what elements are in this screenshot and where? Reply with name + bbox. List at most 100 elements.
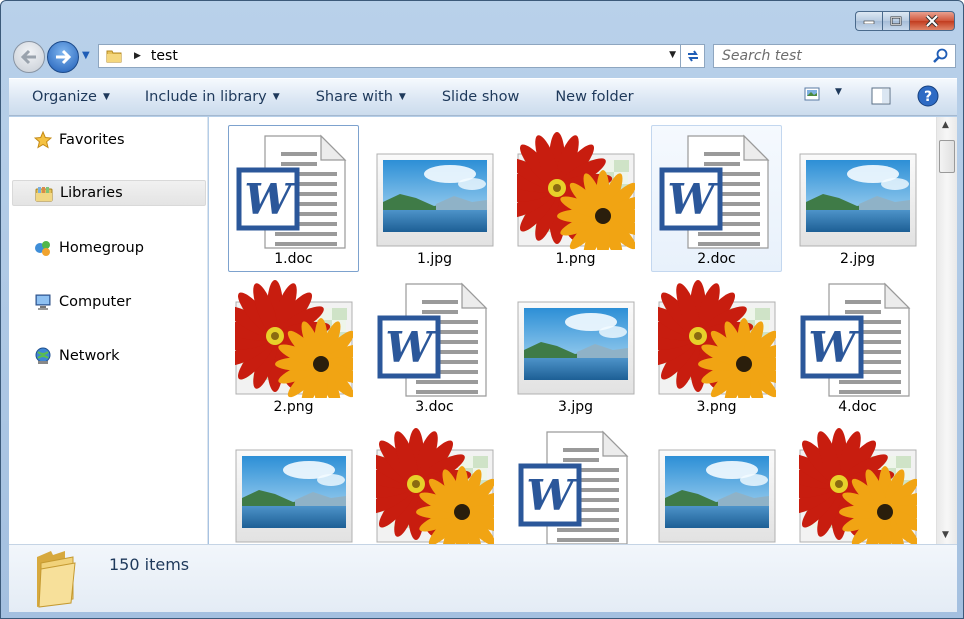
file-item[interactable]: 1.jpg: [369, 125, 500, 272]
svg-text:W: W: [808, 323, 859, 372]
vertical-scrollbar[interactable]: ▲ ▼: [936, 117, 957, 544]
nav-item-network[interactable]: Network: [12, 343, 206, 369]
file-thumbnail: W: [517, 428, 635, 544]
scrollbar-thumb[interactable]: [939, 140, 955, 173]
breadcrumb-test[interactable]: test: [151, 48, 178, 64]
file-name: 3.doc: [415, 399, 454, 415]
search-input[interactable]: [722, 48, 922, 64]
command-bar: Organize ▼ Include in library ▼ Share with…: [9, 78, 957, 116]
flower-image-icon: [642, 280, 790, 410]
help-button[interactable]: ?: [917, 85, 939, 107]
svg-text:W: W: [667, 175, 718, 224]
file-item[interactable]: [651, 421, 782, 544]
file-item[interactable]: W: [510, 421, 641, 544]
preview-pane-icon: [871, 87, 891, 105]
view-options-dropdown[interactable]: ▼: [835, 87, 842, 97]
include-in-library-label: Include in library: [144, 89, 267, 105]
svg-text:W: W: [244, 175, 295, 224]
file-thumbnail: [360, 428, 508, 544]
explorer-window: ▼ ▶ test ▼ Organize ▼ Include in library ▼…: [0, 0, 964, 619]
organize-label: Organize: [32, 89, 97, 105]
caption-buttons: [855, 11, 955, 31]
close-button[interactable]: [909, 11, 955, 31]
address-bar[interactable]: ▶ test ▼: [98, 44, 705, 68]
maximize-button[interactable]: [882, 11, 909, 31]
file-item[interactable]: W 1.doc: [228, 125, 359, 272]
search-icon[interactable]: [933, 48, 949, 64]
file-thumbnail: W: [658, 132, 776, 250]
recent-pages-dropdown[interactable]: ▼: [82, 50, 94, 62]
nav-label: Favorites: [59, 132, 125, 148]
refresh-icon: [687, 50, 698, 62]
back-button[interactable]: [13, 41, 45, 73]
organize-menu[interactable]: Organize ▼: [32, 89, 110, 105]
file-thumbnail: W: [799, 280, 917, 398]
file-thumbnail: W: [235, 132, 353, 250]
forward-button[interactable]: [47, 41, 79, 73]
preview-pane-button[interactable]: [871, 87, 891, 105]
svg-text:?: ?: [924, 89, 932, 105]
scroll-down-arrow-icon[interactable]: ▼: [942, 530, 949, 540]
file-list[interactable]: W 1.doc 1.jpg 1.png W 2.doc 2.jpg 2.png W 3.doc 3.…: [209, 117, 936, 544]
file-item[interactable]: [228, 421, 359, 544]
maximize-icon: [890, 16, 902, 26]
change-view-button[interactable]: [804, 87, 820, 101]
share-with-menu[interactable]: Share with ▼: [316, 89, 406, 105]
refresh-button[interactable]: [680, 44, 704, 68]
file-name: 3.png: [696, 399, 737, 415]
file-name: 1.doc: [274, 251, 313, 267]
search-box[interactable]: [713, 44, 956, 68]
file-thumbnail: [376, 132, 494, 250]
chevron-down-icon: ▼: [102, 92, 110, 102]
file-item[interactable]: 3.png: [642, 273, 790, 420]
file-item[interactable]: 3.jpg: [510, 273, 641, 420]
file-name: 1.jpg: [416, 251, 453, 267]
minimize-button[interactable]: [855, 11, 882, 31]
svg-text:W: W: [385, 323, 436, 372]
network-icon: [35, 347, 51, 364]
file-item[interactable]: W 4.doc: [792, 273, 923, 420]
landscape-image-icon: [517, 301, 635, 395]
minimize-icon: [863, 20, 875, 24]
file-item[interactable]: 2.jpg: [792, 125, 923, 272]
item-count: 150 items: [109, 555, 190, 574]
landscape-image-icon: [235, 449, 353, 543]
word-document-icon: W: [518, 430, 629, 544]
file-name: 1.png: [555, 251, 596, 267]
flower-image-icon: [219, 280, 367, 410]
file-thumbnail: [235, 428, 353, 544]
landscape-image-icon: [658, 449, 776, 543]
slide-show-button[interactable]: Slide show: [442, 89, 519, 105]
file-item[interactable]: W 2.doc: [651, 125, 782, 272]
file-item[interactable]: 1.png: [501, 125, 649, 272]
file-item[interactable]: [783, 421, 931, 544]
nav-item-libraries[interactable]: Libraries: [12, 180, 206, 206]
file-name: 3.jpg: [557, 399, 594, 415]
breadcrumb-arrow-icon[interactable]: ▶: [134, 51, 141, 61]
nav-item-favorites[interactable]: Favorites: [12, 127, 206, 153]
address-history-dropdown[interactable]: ▼: [669, 50, 676, 60]
landscape-image-icon: [799, 153, 917, 247]
word-document-icon: W: [236, 134, 347, 249]
nav-label: Libraries: [60, 185, 123, 201]
nav-item-computer[interactable]: Computer: [12, 289, 206, 315]
flower-image-icon: [501, 132, 649, 262]
new-folder-button[interactable]: New folder: [555, 89, 633, 105]
file-thumbnail: [517, 280, 635, 398]
back-arrow-icon: [20, 49, 36, 65]
folder-large-icon: [37, 551, 76, 608]
file-item[interactable]: [360, 421, 508, 544]
word-document-icon: W: [800, 282, 911, 397]
flower-image-icon: [783, 428, 931, 544]
folder-icon: [106, 50, 122, 63]
share-with-label: Share with: [315, 89, 393, 105]
navigation-pane: Favorites Libraries Homegroup Computer N…: [9, 117, 208, 544]
file-item[interactable]: W 3.doc: [369, 273, 500, 420]
homegroup-icon: [35, 241, 50, 256]
file-item[interactable]: 2.png: [219, 273, 367, 420]
file-thumbnail: [799, 132, 917, 250]
word-document-icon: W: [377, 282, 488, 397]
nav-item-homegroup[interactable]: Homegroup: [12, 235, 206, 261]
include-in-library-menu[interactable]: Include in library ▼: [145, 89, 280, 105]
scroll-up-arrow-icon[interactable]: ▲: [942, 120, 949, 130]
